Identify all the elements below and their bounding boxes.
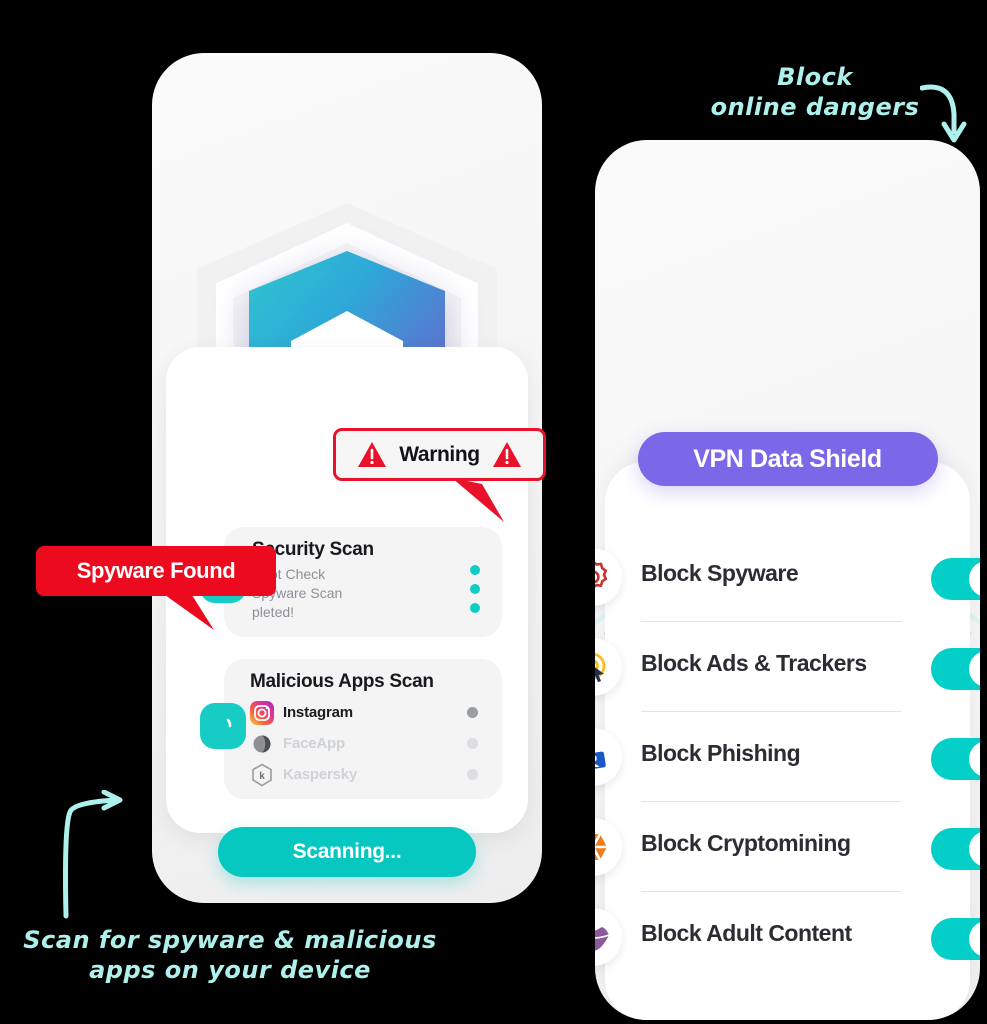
toggle-knob <box>969 561 980 597</box>
status-dot <box>470 603 480 613</box>
promo-graphic: Security Scan Root Check Spyware Scan pl… <box>0 0 987 1024</box>
spyware-found-callout: Spyware Found <box>36 546 276 596</box>
spyware-callout-tail <box>158 590 214 630</box>
toggle-knob <box>969 831 980 867</box>
right-phone-mockup: VPN Data Shield Block Spyware Block Ads … <box>595 140 980 1020</box>
feature-toggle-list: Block Spyware Block Ads & Trackers Block… <box>595 532 980 982</box>
scanning-button[interactable]: Scanning... <box>218 827 476 877</box>
list-item[interactable]: Instagram <box>224 697 502 728</box>
feature-label: Block Spyware <box>641 560 799 586</box>
toggle-block-cryptomining[interactable] <box>931 828 980 870</box>
warning-callout-tail <box>452 478 504 522</box>
list-item[interactable]: FaceApp <box>224 728 502 759</box>
security-scan-line: pleted! <box>252 604 295 620</box>
phishing-id-card-icon <box>595 728 622 786</box>
feature-label: Block Cryptomining <box>641 830 851 856</box>
svg-text:k: k <box>259 771 265 782</box>
kaspersky-icon: k <box>252 763 272 786</box>
curved-arrow-up-right-icon <box>63 790 123 919</box>
status-dot <box>470 584 480 594</box>
app-status-dot <box>467 707 478 718</box>
warning-label: Warning <box>399 442 480 466</box>
lips-icon <box>595 908 622 966</box>
annotation-bottom-line1: Scan for spyware & malicious <box>23 926 437 954</box>
feature-row-block-adult-content[interactable]: Block Adult Content <box>595 892 980 982</box>
faceapp-icon <box>251 732 273 755</box>
app-name: Kaspersky <box>283 766 358 783</box>
toggle-knob <box>969 651 980 687</box>
annotation-bottom-line2: apps on your device <box>89 956 371 984</box>
spinner-icon <box>200 703 246 749</box>
app-name: FaceApp <box>283 735 345 752</box>
feature-label: Block Adult Content <box>641 920 852 946</box>
malicious-scan-title: Malicious Apps Scan <box>250 671 434 692</box>
vpn-data-shield-badge[interactable]: VPN Data Shield <box>637 432 938 486</box>
toggle-block-phishing[interactable] <box>931 738 980 780</box>
feature-row-block-cryptomining[interactable]: Block Cryptomining <box>595 802 980 892</box>
malicious-apps-scan-card[interactable]: Malicious Apps Scan Instagram FaceApp k … <box>200 659 502 799</box>
security-scan-line: Root Check <box>252 566 326 582</box>
warning-callout: Warning <box>333 428 546 481</box>
feature-row-block-phishing[interactable]: Block Phishing <box>595 712 980 802</box>
app-status-dot <box>467 769 478 780</box>
warning-triangle-icon <box>492 442 521 467</box>
list-item[interactable]: k Kaspersky <box>224 759 502 790</box>
annotation-bottom: Scan for spyware & malicious apps on you… <box>10 925 450 985</box>
app-status-dot <box>467 738 478 749</box>
crypto-hexagon-icon <box>595 818 622 876</box>
ad-cursor-icon <box>595 638 622 696</box>
warning-triangle-icon <box>358 442 387 467</box>
toggle-knob <box>969 921 980 957</box>
security-scan-line: Spyware Scan <box>252 585 343 601</box>
vpn-panel: VPN Data Shield Block Spyware Block Ads … <box>595 432 980 1020</box>
app-name: Instagram <box>283 704 353 721</box>
toggle-block-adult-content[interactable] <box>931 918 980 960</box>
feature-row-block-spyware[interactable]: Block Spyware <box>595 532 980 622</box>
instagram-icon <box>250 700 274 725</box>
toggle-block-spyware[interactable] <box>931 558 980 600</box>
toggle-block-ads-trackers[interactable] <box>931 648 980 690</box>
toggle-knob <box>969 741 980 777</box>
feature-label: Block Phishing <box>641 740 801 766</box>
spyware-burst-icon <box>595 548 622 606</box>
feature-label: Block Ads & Trackers <box>641 650 867 676</box>
curved-arrow-down-icon <box>920 84 967 143</box>
security-status-dots <box>470 565 480 622</box>
status-dot <box>470 565 480 575</box>
feature-row-block-ads-trackers[interactable]: Block Ads & Trackers <box>595 622 980 712</box>
